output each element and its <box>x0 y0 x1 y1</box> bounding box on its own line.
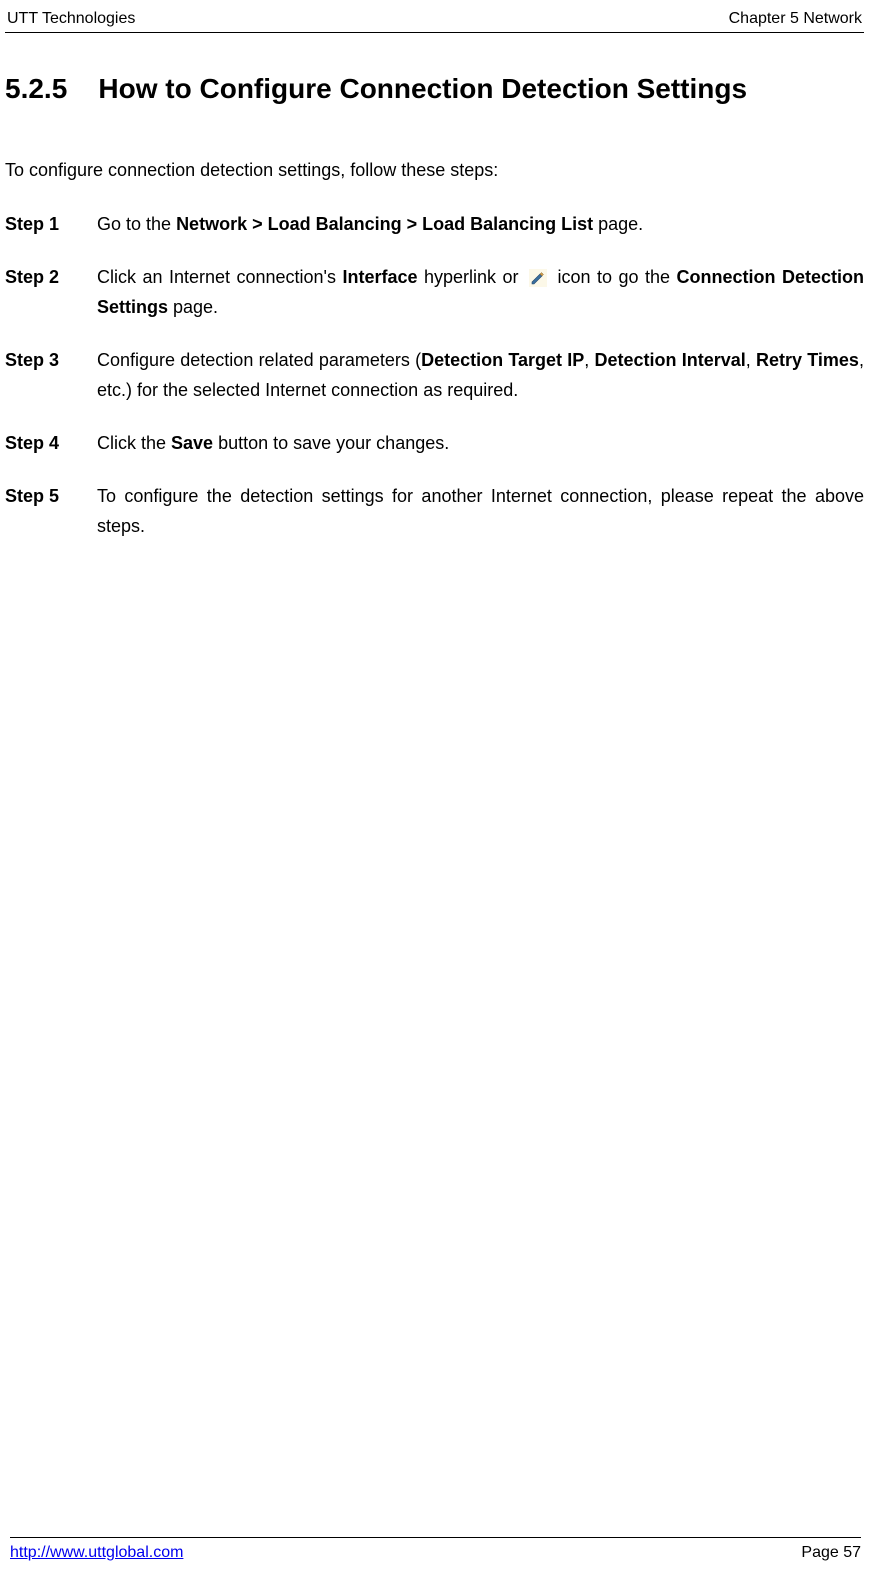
param-name: Retry Times <box>756 350 859 370</box>
interface-term: Interface <box>342 267 417 287</box>
step-body: Configure detection related parameters (… <box>97 345 864 406</box>
section-heading: 5.2.5 How to Configure Connection Detect… <box>5 73 864 105</box>
footer-link[interactable]: http://www.uttglobal.com <box>10 1544 183 1562</box>
text: page. <box>593 214 643 234</box>
text: Click the <box>97 433 171 453</box>
text: To configure the detection settings for … <box>97 486 864 537</box>
page-header: UTT Technologies Chapter 5 Network <box>5 10 864 28</box>
step-2: Step 2 Click an Internet connection's In… <box>5 262 864 323</box>
param-name: Detection Interval <box>594 350 745 370</box>
page-number: Page 57 <box>801 1544 861 1562</box>
step-body: To configure the detection settings for … <box>97 481 864 542</box>
nav-path: Network > Load Balancing > Load Balancin… <box>176 214 593 234</box>
text: hyperlink or <box>418 267 525 287</box>
step-body: Click an Internet connection's Interface… <box>97 262 864 323</box>
header-right: Chapter 5 Network <box>729 10 862 28</box>
step-label: Step 4 <box>5 428 97 459</box>
step-label: Step 5 <box>5 481 97 542</box>
text: Click an Internet connection's <box>97 267 342 287</box>
section-number: 5.2.5 <box>5 73 67 104</box>
footer-divider <box>10 1537 861 1538</box>
text: icon to go the <box>551 267 676 287</box>
text: , <box>584 350 594 370</box>
param-name: Detection Target IP <box>421 350 584 370</box>
page-footer: http://www.uttglobal.com Page 57 <box>10 1537 861 1562</box>
header-divider <box>5 32 864 33</box>
edit-icon <box>525 267 551 287</box>
step-3: Step 3 Configure detection related param… <box>5 345 864 406</box>
step-label: Step 3 <box>5 345 97 406</box>
step-4: Step 4 Click the Save button to save you… <box>5 428 864 459</box>
intro-text: To configure connection detection settin… <box>5 160 864 181</box>
step-body: Go to the Network > Load Balancing > Loa… <box>97 209 864 240</box>
text: page. <box>168 297 218 317</box>
step-label: Step 1 <box>5 209 97 240</box>
section-title: How to Configure Connection Detection Se… <box>98 73 747 104</box>
step-body: Click the Save button to save your chang… <box>97 428 864 459</box>
text: , <box>746 350 756 370</box>
button-name: Save <box>171 433 213 453</box>
step-5: Step 5 To configure the detection settin… <box>5 481 864 542</box>
step-1: Step 1 Go to the Network > Load Balancin… <box>5 209 864 240</box>
text: button to save your changes. <box>213 433 449 453</box>
text: Go to the <box>97 214 176 234</box>
text: Configure detection related parameters ( <box>97 350 421 370</box>
header-left: UTT Technologies <box>7 10 135 28</box>
step-label: Step 2 <box>5 262 97 323</box>
